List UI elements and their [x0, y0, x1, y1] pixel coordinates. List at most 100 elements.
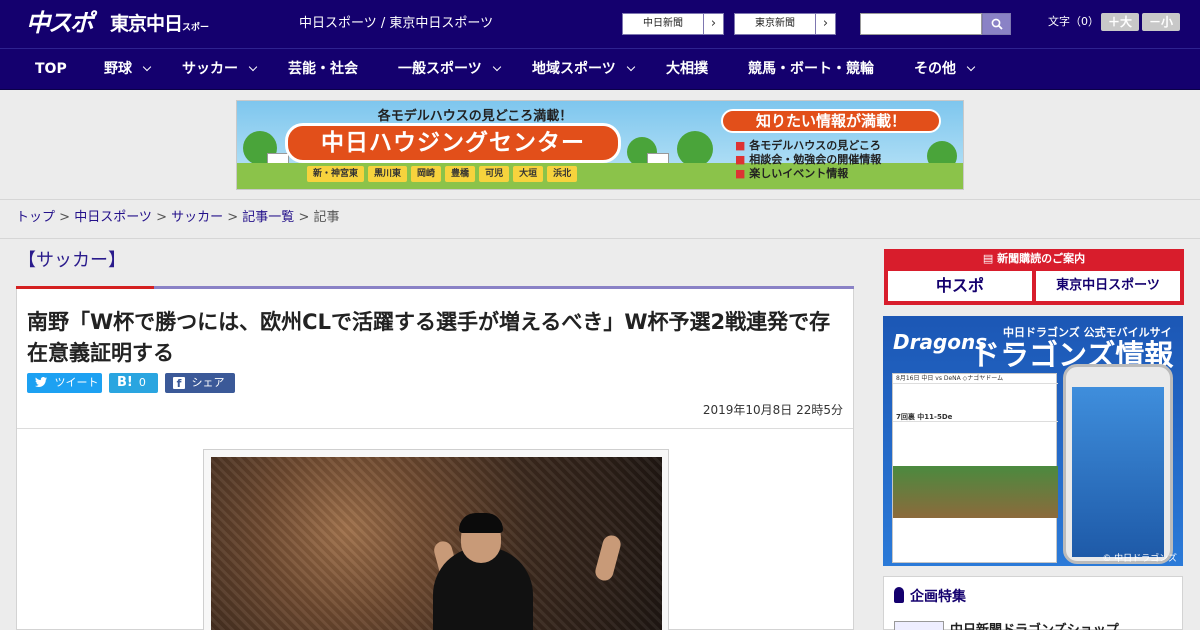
chuspo-logo[interactable]: 中スポ: [26, 9, 100, 37]
menu-item-label: 芸能・社会: [288, 61, 358, 77]
breadcrumb-separator: >: [223, 210, 243, 225]
breadcrumb-separator: >: [55, 210, 75, 225]
top-header: 中スポ 東京中日スポーツ 中日スポーツ / 東京中日スポーツ 中日新聞 › 東京…: [0, 0, 1200, 63]
special-feature-thumbnail[interactable]: [894, 621, 944, 630]
breadcrumb-link-soccer[interactable]: サッカー: [171, 210, 223, 225]
chevron-down-icon: [966, 62, 976, 72]
menu-item-soccer[interactable]: サッカー: [182, 49, 258, 89]
menu-item-racing[interactable]: 競馬・ボート・競輪: [748, 49, 874, 89]
font-larger-button[interactable]: ＋大: [1101, 13, 1139, 31]
menu-item-top[interactable]: TOP: [35, 49, 67, 89]
newspaper-subscription-box: ▤ 新聞購読のご案内 中スポ 東京中日スポーツ: [884, 249, 1184, 305]
breadcrumb-separator: >: [294, 210, 314, 225]
ad-main-title: 中日ハウジングセンター: [285, 123, 621, 163]
facebook-share-button[interactable]: f シェア 0: [165, 373, 235, 409]
breadcrumb: トップ > 中日スポーツ > サッカー > 記事一覧 > 記事: [16, 209, 340, 227]
chevron-down-icon: [492, 62, 501, 72]
newspaper-icon: ▤: [982, 252, 998, 265]
breadcrumb-link-chuspo[interactable]: 中日スポーツ: [74, 210, 152, 225]
font-smaller-button[interactable]: －小: [1142, 13, 1180, 31]
dragons-mobile-ad[interactable]: Dragons 中日ドラゴンズ 公式モバイルサイト ドラゴンズ情報 8月16日 …: [883, 316, 1183, 566]
chevron-down-icon: [248, 62, 258, 72]
menu-item-other[interactable]: その他: [914, 49, 976, 89]
menu-item-label: 競馬・ボート・競輪: [748, 61, 874, 77]
photo-player-hair: [459, 513, 503, 533]
housing-center-ad[interactable]: 各モデルハウスの見どころ満載！ 中日ハウジングセンター 新・神宮東 黒川東 岡崎…: [236, 100, 964, 190]
scoreboard-field: [893, 466, 1058, 518]
breadcrumb-separator: >: [151, 210, 172, 225]
special-feature-heading-text: 企画特集: [910, 589, 966, 605]
article-photo[interactable]: [211, 457, 662, 630]
facebook-share-label: シェア: [191, 376, 225, 389]
special-feature-heading: 企画特集: [894, 587, 966, 607]
menu-item-local-sports[interactable]: 地域スポーツ: [532, 49, 635, 89]
tweet-button[interactable]: ツイート: [27, 373, 102, 393]
ad-town: 黒川東: [368, 166, 408, 182]
hatena-count: 0: [138, 376, 146, 389]
ad-town: 新・神宮東: [307, 166, 365, 182]
site-names: 中日スポーツ / 東京中日スポーツ: [299, 16, 494, 31]
ribbon-icon: [894, 587, 904, 603]
menu-item-sumo[interactable]: 大相撲: [666, 49, 708, 89]
ad-town-list: 新・神宮東 黒川東 岡崎 豊橋 可児 大垣 浜北: [307, 166, 627, 182]
ad-feature-item: 相談会・勉強会の開催情報: [735, 153, 955, 167]
hatena-bookmark-button[interactable]: B! 0: [109, 373, 158, 393]
dragons-copyright: © 中日ドラゴンズ: [1102, 554, 1177, 564]
tokyo-chunichi-logo-text: 東京中日: [110, 13, 183, 35]
scoreboard-header: 8月16日 中日 vs DeNA ◇ナゴヤドーム: [893, 374, 1058, 384]
scoreboard-score: 7回裏 中11-5De: [893, 412, 1058, 422]
tweet-label: ツイート: [54, 376, 99, 389]
chunichi-shimbun-label: 中日新聞: [643, 18, 683, 29]
facebook-count: 0: [179, 396, 186, 409]
search-button[interactable]: [982, 13, 1011, 35]
font-size-label: 文字（0）: [1048, 15, 1099, 28]
main-menu: TOP 野球 サッカー 芸能・社会 一般スポーツ 地域スポーツ 大相撲 競馬・ボ…: [0, 48, 1200, 90]
ad-town: 可児: [479, 166, 510, 182]
menu-item-label: 野球: [104, 61, 132, 77]
search-icon: [991, 18, 1003, 30]
ad-town: 豊橋: [445, 166, 476, 182]
menu-item-entertainment[interactable]: 芸能・社会: [288, 49, 358, 89]
chevron-down-icon: [142, 62, 152, 72]
chunichi-shimbun-link[interactable]: 中日新聞 ›: [622, 13, 724, 35]
ad-feature-list: 各モデルハウスの見どころ 相談会・勉強会の開催情報 楽しいイベント情報: [735, 139, 955, 181]
special-feature-box: 企画特集 中日新聞ドラゴンズショップ: [883, 576, 1183, 630]
phone-screen: [1072, 387, 1164, 557]
chevron-right-icon: ›: [815, 14, 835, 34]
tokyo-shimbun-label: 東京新聞: [755, 18, 795, 29]
ad-right-title: 知りたい情報が満載！: [721, 109, 941, 133]
tokyo-chunichi-logo[interactable]: 東京中日スポーツ: [110, 11, 210, 63]
dragons-logo: Dragons: [893, 330, 988, 354]
menu-item-label: TOP: [35, 61, 67, 77]
menu-item-general-sports[interactable]: 一般スポーツ: [398, 49, 501, 89]
tree-illustration: [677, 131, 713, 167]
breadcrumb-link-article-list[interactable]: 記事一覧: [242, 210, 294, 225]
breadcrumb-link-top[interactable]: トップ: [16, 210, 55, 225]
search-input[interactable]: [860, 13, 982, 35]
article-date: 2019年10月8日 22時5分: [702, 403, 843, 417]
facebook-icon: f: [173, 377, 185, 390]
special-feature-link[interactable]: 中日新聞ドラゴンズショップ: [950, 619, 1119, 630]
article-category[interactable]: 【サッカー】: [16, 248, 126, 286]
ad-feature-item: 各モデルハウスの見どころ: [735, 139, 955, 153]
subscribe-tokyo-chunichi-link[interactable]: 東京中日スポーツ: [1036, 271, 1180, 301]
hatena-icon: B!: [117, 375, 133, 390]
ad-town: 浜北: [547, 166, 578, 182]
ad-town: 大垣: [513, 166, 544, 182]
chevron-right-icon: ›: [703, 14, 723, 34]
tokyo-shimbun-link[interactable]: 東京新聞 ›: [734, 13, 836, 35]
subscribe-chuspo-link[interactable]: 中スポ: [888, 271, 1032, 301]
menu-item-label: サッカー: [182, 61, 238, 77]
phone-illustration: [1063, 364, 1173, 564]
ad-top-text: 各モデルハウスの見どころ満載！: [377, 109, 573, 124]
menu-item-label: 一般スポーツ: [398, 61, 482, 77]
breadcrumb-current: 記事: [313, 210, 340, 225]
menu-item-baseball[interactable]: 野球: [104, 49, 152, 89]
subscription-heading: ▤ 新聞購読のご案内: [884, 249, 1184, 269]
menu-item-label: その他: [914, 61, 956, 77]
breadcrumb-divider: [0, 238, 1200, 239]
subscription-heading-text: 新聞購読のご案内: [997, 252, 1086, 265]
ad-banner-area: 各モデルハウスの見どころ満載！ 中日ハウジングセンター 新・神宮東 黒川東 岡崎…: [0, 90, 1200, 200]
menu-item-label: 地域スポーツ: [532, 61, 616, 77]
chevron-down-icon: [626, 62, 635, 72]
